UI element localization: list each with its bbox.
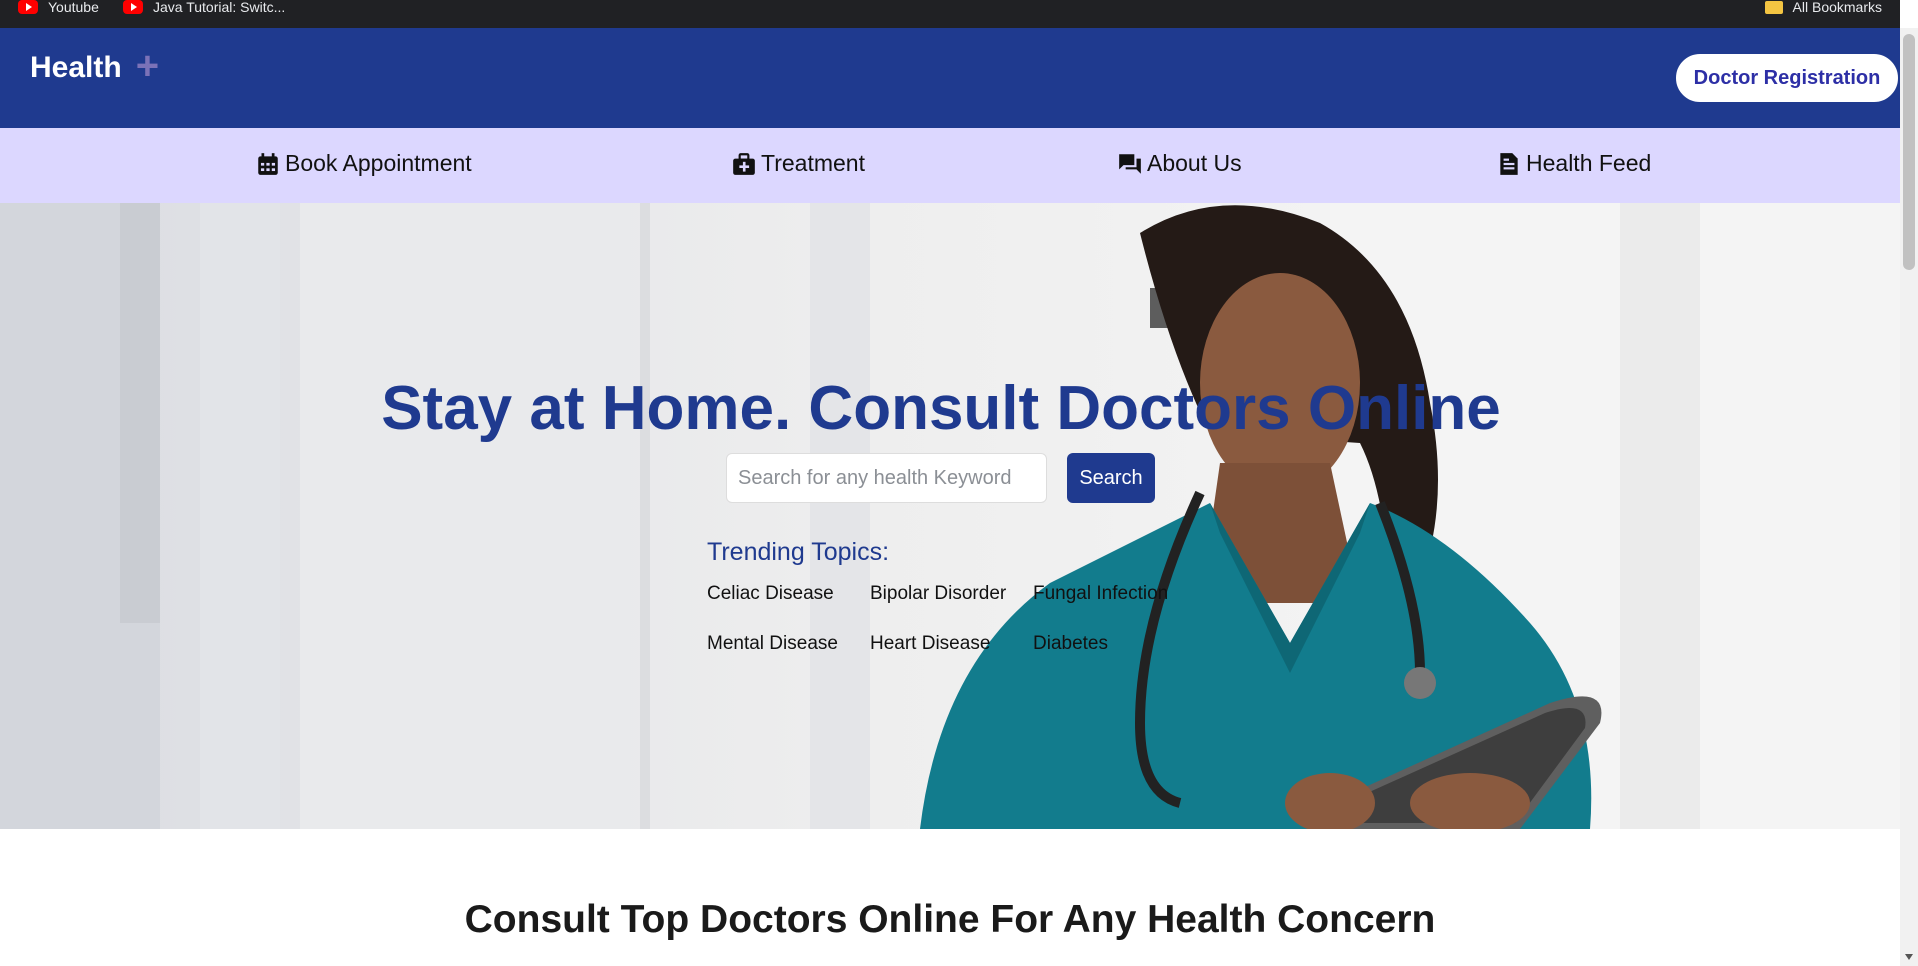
nav-item-health-feed[interactable]: Health Feed	[1496, 150, 1651, 177]
topic-link[interactable]: Bipolar Disorder	[870, 583, 1006, 605]
all-bookmarks[interactable]: All Bookmarks	[1764, 0, 1882, 15]
doctor-registration-button[interactable]: Doctor Registration	[1674, 52, 1900, 104]
nav-label: Book Appointment	[285, 150, 472, 176]
brand-name: Health	[30, 51, 122, 84]
bookmarks-bar: Youtube Java Tutorial: Switc... All Book…	[0, 0, 1900, 28]
all-bookmarks-label: All Bookmarks	[1792, 0, 1882, 15]
youtube-icon	[18, 0, 38, 14]
nav-item-book-appointment[interactable]: Book Appointment	[255, 150, 472, 177]
nav-label: About Us	[1147, 150, 1242, 176]
bookmark-youtube[interactable]: Youtube	[18, 0, 99, 15]
nav-item-about-us[interactable]: About Us	[1117, 150, 1242, 177]
nav-label: Treatment	[761, 150, 865, 176]
calendar-icon	[258, 152, 278, 175]
page-scrollbar[interactable]	[1900, 28, 1918, 966]
hero-banner: Stay at Home. Consult Doctors Online Sea…	[0, 203, 1900, 829]
bookmark-label: Youtube	[48, 0, 99, 15]
nav-label: Health Feed	[1526, 150, 1652, 176]
topic-link[interactable]: Heart Disease	[870, 633, 990, 655]
hero-title: Stay at Home. Consult Doctors Online	[381, 374, 1501, 443]
site-header: Health + Doctor Registration	[0, 28, 1900, 128]
topic-link[interactable]: Mental Disease	[707, 633, 838, 655]
scroll-down-arrow-icon[interactable]	[1905, 954, 1913, 960]
brand-logo[interactable]: Health +	[30, 46, 159, 86]
section-title: Consult Top Doctors Online For Any Healt…	[464, 898, 1436, 941]
document-icon	[1500, 152, 1518, 175]
plus-icon: +	[135, 44, 160, 88]
topic-link[interactable]: Diabetes	[1033, 633, 1108, 655]
trending-topics-title: Trending Topics:	[707, 538, 890, 566]
bookmark-java-tutorial[interactable]: Java Tutorial: Switc...	[123, 0, 286, 15]
topic-link[interactable]: Fungal Infection	[1033, 583, 1168, 605]
folder-icon	[1764, 0, 1783, 14]
doctor-hero-image	[0, 203, 1900, 829]
search-button[interactable]: Search	[1067, 453, 1155, 503]
scrollbar-thumb[interactable]	[1903, 34, 1915, 270]
main-nav: Book Appointment Treatment About Us Heal…	[0, 128, 1900, 203]
nav-item-treatment[interactable]: Treatment	[731, 150, 865, 177]
bookmark-label: Java Tutorial: Switc...	[153, 0, 286, 15]
search-input[interactable]	[726, 453, 1047, 503]
topic-link[interactable]: Celiac Disease	[707, 583, 834, 605]
medical-kit-icon	[733, 152, 755, 175]
chat-icon	[1119, 153, 1141, 174]
youtube-icon	[123, 0, 143, 14]
